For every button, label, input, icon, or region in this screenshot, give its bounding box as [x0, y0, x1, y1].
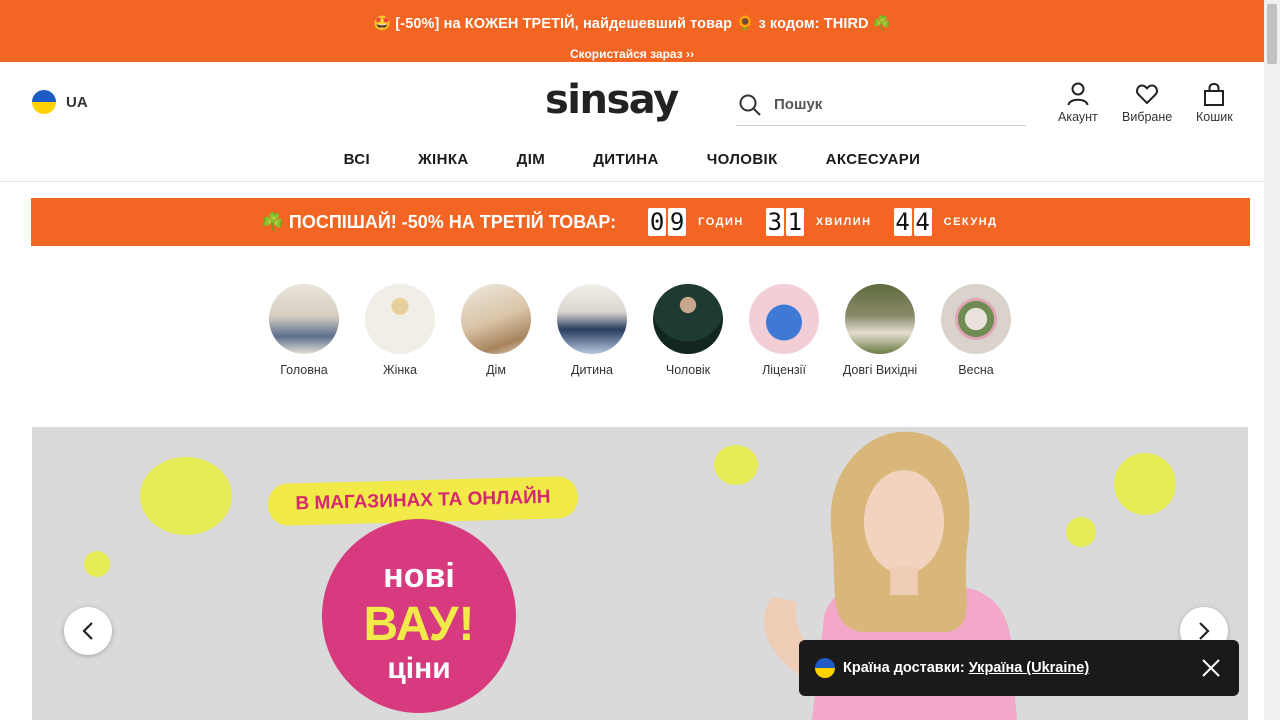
country-selector[interactable]: UA — [32, 90, 88, 114]
category-kids[interactable]: Дитина — [544, 284, 640, 378]
category-label: Весна — [958, 363, 994, 377]
cart-label: Кошик — [1196, 110, 1233, 124]
wreath-photo — [941, 284, 1011, 354]
category-label: Довгі Вихідні — [842, 363, 918, 377]
favorites-button[interactable]: Вибране — [1122, 82, 1172, 124]
category-label: Жінка — [383, 363, 417, 377]
category-label: Дитина — [570, 363, 613, 377]
category-home[interactable]: Дім — [448, 284, 544, 378]
hammock-photo — [845, 284, 915, 354]
banner-line-2: ВАУ! — [363, 598, 475, 651]
account-label: Акаунт — [1058, 110, 1098, 124]
user-icon — [1067, 82, 1089, 106]
ukraine-flag-icon — [815, 658, 835, 678]
site-header: UA sinsay Акаунт Вибране Кошик ВСІ ЖІНКА… — [0, 62, 1264, 182]
countdown-digit: 0 — [648, 208, 667, 236]
account-button[interactable]: Акаунт — [1058, 82, 1098, 124]
nav-man[interactable]: ЧОЛОВІК — [707, 151, 778, 168]
hours-label: ГОДИН — [698, 216, 744, 228]
countdown-seconds: 4 4 СЕКУНД — [893, 208, 998, 236]
countdown-hours: 0 9 ГОДИН — [648, 208, 744, 236]
favorites-label: Вибране — [1122, 110, 1173, 124]
category-spring[interactable]: Весна — [928, 284, 1024, 378]
countdown-digit: 1 — [785, 208, 804, 236]
promo-link[interactable]: Скористайся зараз ›› — [0, 47, 1264, 61]
nav-all[interactable]: ВСІ — [344, 151, 370, 168]
woman-photo — [365, 284, 435, 354]
carousel-prev-button[interactable] — [64, 607, 112, 655]
decor-blob — [1114, 453, 1176, 515]
chevron-right-icon — [1199, 622, 1210, 640]
country-code: UA — [66, 93, 88, 111]
category-main[interactable]: Головна — [256, 284, 352, 378]
category-man[interactable]: Чоловік — [640, 284, 736, 378]
countdown-digit: 4 — [893, 208, 912, 236]
man-photo — [653, 284, 723, 354]
countdown-minutes: 3 1 ХВИЛИН — [765, 208, 872, 236]
minutes-label: ХВИЛИН — [815, 216, 872, 228]
scrollbar-thumb[interactable] — [1267, 4, 1277, 64]
close-icon[interactable] — [1201, 658, 1221, 678]
home-photo — [461, 284, 531, 354]
decor-blob — [84, 551, 110, 577]
category-label: Чоловік — [665, 363, 711, 377]
banner-price-circle: нові ВАУ! ціни — [322, 519, 516, 713]
delivery-country-toast: Країна доставки: Україна (Ukraine) — [799, 640, 1239, 696]
scrollbar[interactable] — [1264, 0, 1280, 720]
category-label: Дім — [486, 363, 506, 377]
ukraine-flag-icon — [32, 90, 56, 114]
search-bar[interactable] — [736, 84, 1026, 126]
nav-kids[interactable]: ДИТИНА — [593, 151, 658, 168]
main-nav: ВСІ ЖІНКА ДІМ ДИТИНА ЧОЛОВІК АКСЕСУАРИ — [0, 151, 1264, 168]
category-label: Ліцензії — [762, 363, 806, 377]
promo-bar[interactable]: 🤩 [-50%] на КОЖЕН ТРЕТІЙ, найдешевший то… — [0, 0, 1264, 62]
nav-woman[interactable]: ЖІНКА — [418, 151, 469, 168]
countdown-digit: 9 — [668, 208, 687, 236]
decor-blob — [140, 457, 232, 535]
category-long-weekend[interactable]: Довгі Вихідні — [832, 284, 928, 378]
banner-line-3: ціни — [387, 652, 451, 685]
cart-button[interactable]: Кошик — [1196, 82, 1233, 124]
stitch-plush-photo — [749, 284, 819, 354]
search-input[interactable] — [774, 96, 994, 113]
category-label: Головна — [280, 363, 328, 377]
delivery-country-link[interactable]: Україна (Ukraine) — [969, 660, 1089, 676]
category-licenses[interactable]: Ліцензії — [736, 284, 832, 378]
countdown-digit: 3 — [765, 208, 784, 236]
countdown-digit: 4 — [913, 208, 932, 236]
seconds-label: СЕКУНД — [943, 216, 998, 228]
chevron-left-icon — [82, 622, 93, 640]
countdown-bar[interactable]: ☘️ ПОСПІШАЙ! -50% НА ТРЕТІЙ ТОВАР: 0 9 Г… — [31, 198, 1250, 246]
promo-text: 🤩 [-50%] на КОЖЕН ТРЕТІЙ, найдешевший то… — [373, 16, 891, 32]
search-icon — [739, 94, 761, 116]
heart-icon — [1136, 84, 1159, 104]
category-strip: Головна Жінка Дім Дитина Чоловік Ліцензі… — [256, 284, 1024, 378]
sinsay-logo[interactable]: sinsay — [545, 77, 679, 123]
kids-photo — [557, 284, 627, 354]
delivery-country-label: Країна доставки: — [843, 660, 965, 676]
nav-accessories[interactable]: АКСЕСУАРИ — [826, 151, 921, 168]
nav-home[interactable]: ДІМ — [517, 151, 546, 168]
banner-line-1: нові — [383, 557, 455, 595]
bag-icon — [1204, 82, 1225, 106]
category-woman[interactable]: Жінка — [352, 284, 448, 378]
countdown-text: ☘️ ПОСПІШАЙ! -50% НА ТРЕТІЙ ТОВАР: — [261, 211, 617, 232]
family-photo — [269, 284, 339, 354]
